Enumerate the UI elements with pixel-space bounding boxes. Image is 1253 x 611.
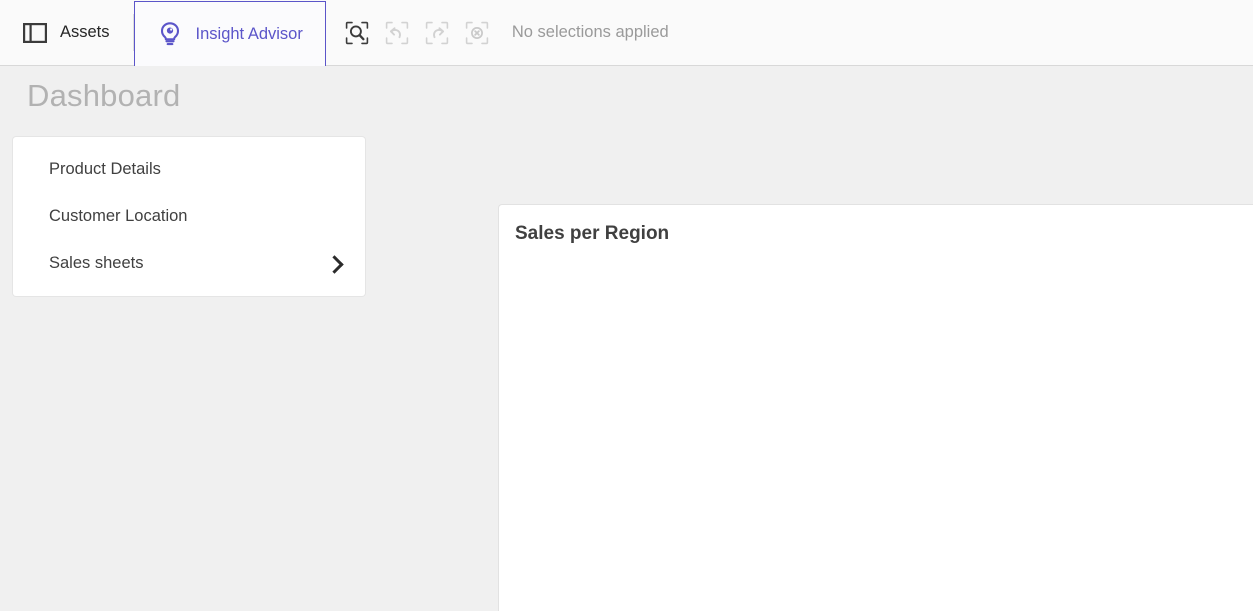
tab-insight-advisor[interactable]: Insight Advisor bbox=[134, 1, 326, 67]
sheet-nav-card: Product Details Customer Location Sales … bbox=[13, 137, 365, 296]
page-title: Dashboard bbox=[27, 78, 180, 114]
nav-item-label: Customer Location bbox=[49, 207, 188, 226]
tab-assets[interactable]: Assets bbox=[0, 0, 133, 65]
nav-item-sales-sheets[interactable]: Sales sheets bbox=[13, 240, 365, 287]
selection-status-text: No selections applied bbox=[512, 23, 669, 42]
donut-chart[interactable]: 45.5%26.9%11.3%9.9%3.3%USANordicSpainJap… bbox=[499, 205, 1253, 611]
selection-toolbar: No selections applied bbox=[326, 0, 669, 65]
clear-all-selections-button[interactable] bbox=[460, 16, 494, 50]
top-toolbar: Assets Insight Advisor bbox=[0, 0, 1253, 66]
selections-tool-button[interactable] bbox=[340, 16, 374, 50]
page-body: Dashboard Product Details Customer Locat… bbox=[0, 66, 1253, 611]
nav-item-customer-location[interactable]: Customer Location bbox=[13, 193, 365, 240]
nav-item-label: Sales sheets bbox=[49, 254, 143, 273]
circle-x-in-box-icon bbox=[464, 20, 490, 46]
undo-arrow-in-box-icon bbox=[384, 20, 410, 46]
tab-insight-advisor-label: Insight Advisor bbox=[196, 25, 303, 44]
chevron-right-icon bbox=[325, 255, 343, 273]
step-back-button[interactable] bbox=[380, 16, 414, 50]
nav-item-label: Product Details bbox=[49, 160, 161, 179]
step-forward-button[interactable] bbox=[420, 16, 454, 50]
nav-item-product-details[interactable]: Product Details bbox=[13, 146, 365, 193]
panel-layout-icon bbox=[23, 22, 47, 44]
tab-assets-label: Assets bbox=[60, 23, 110, 42]
donut-labels: 45.5%26.9%11.3%9.9%3.3%USANordicSpainJap… bbox=[1218, 421, 1253, 611]
lightbulb-eye-icon bbox=[157, 21, 183, 47]
donut-chart-svg: 45.5%26.9%11.3%9.9%3.3%USANordicSpainJap… bbox=[499, 205, 1253, 611]
sales-per-region-card: Sales per Region 45.5%26.9%11.3%9.9%3.3%… bbox=[498, 204, 1253, 611]
magnifier-in-box-icon bbox=[344, 20, 370, 46]
redo-arrow-in-box-icon bbox=[424, 20, 450, 46]
